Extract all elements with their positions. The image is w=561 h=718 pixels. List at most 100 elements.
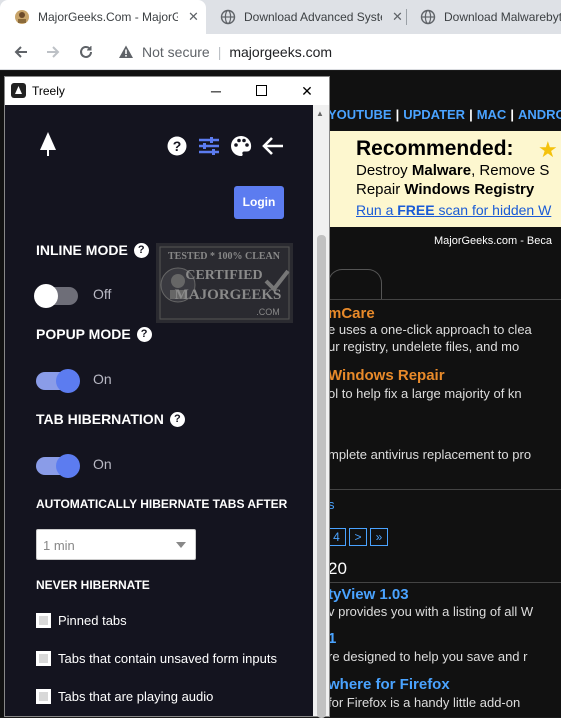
help-icon[interactable]: ? <box>166 135 188 157</box>
site-tagline: MajorGeeks.com - Beca <box>434 235 552 247</box>
tab-title: Download Malwarebytes <box>444 10 561 24</box>
help-icon[interactable]: ? <box>136 326 152 342</box>
auto-hibernate-heading: AUTOMATICALLY HIBERNATE TABS AFTER <box>36 497 288 511</box>
item-title[interactable]: where for Firefox <box>328 676 450 693</box>
treely-settings-panel: ? Login INLINE MODE ? Off TESTED * 100% … <box>5 105 313 716</box>
close-tab-icon[interactable]: ✕ <box>392 9 403 25</box>
checkbox[interactable] <box>36 613 51 628</box>
tab-hibernation-label: TAB HIBERNATION <box>36 411 164 427</box>
tab-hibernation-heading: TAB HIBERNATION ? <box>36 411 185 427</box>
promo-line-1: Destroy Malware, Remove S <box>356 162 550 179</box>
last-page-link[interactable]: » <box>370 528 388 546</box>
globe-icon <box>420 9 436 25</box>
never-hibernate-heading: NEVER HIBERNATE <box>36 578 150 592</box>
forward-button[interactable] <box>42 41 64 63</box>
window-titlebar[interactable]: Treely ─ ✕ <box>5 77 329 105</box>
help-icon[interactable]: ? <box>169 411 185 427</box>
item-description: re designed to help you save and r <box>328 649 528 664</box>
browser-tab-majorgeeks[interactable]: MajorGeeks.Com - MajorGeeks ✕ <box>0 0 206 34</box>
checkbox[interactable] <box>36 689 51 704</box>
never-hibernate-option-form-inputs[interactable]: Tabs that contain unsaved form inputs <box>36 651 277 666</box>
tab-hibernation-state: On <box>93 456 112 472</box>
security-status[interactable]: Not secure <box>142 44 210 60</box>
reload-button[interactable] <box>75 41 97 63</box>
inline-mode-toggle[interactable] <box>34 284 78 308</box>
help-icon[interactable]: ? <box>133 242 149 258</box>
badge-line-1: TESTED * 100% CLEAN <box>168 251 281 262</box>
treely-popup-window: Treely ─ ✕ ? Login INLINE MODE ? Off TES… <box>4 76 330 718</box>
toggle-knob <box>56 454 80 478</box>
badge-line-2: CERTIFIED <box>185 268 262 283</box>
nav-link-youtube[interactable]: YOUTUBE <box>328 107 392 122</box>
checkbox-label: Pinned tabs <box>58 613 127 628</box>
close-window-button[interactable]: ✕ <box>297 81 317 101</box>
back-button[interactable] <box>10 41 32 63</box>
tab-title: Download Advanced SystemCare <box>244 10 382 24</box>
tab-title: MajorGeeks.Com - MajorGeeks <box>38 10 178 24</box>
close-tab-icon[interactable]: ✕ <box>188 9 199 25</box>
popup-mode-toggle[interactable] <box>36 369 80 393</box>
checkbox-label: Tabs that contain unsaved form inputs <box>58 651 277 666</box>
item-title[interactable]: tyView 1.03 <box>328 586 409 603</box>
checkbox[interactable] <box>36 651 51 666</box>
scroll-up-arrow-icon[interactable]: ▲ <box>316 109 324 118</box>
browser-tab-malwarebytes[interactable]: Download Malwarebytes <box>406 0 561 34</box>
browser-tabbar: MajorGeeks.Com - MajorGeeks ✕ Download A… <box>0 0 561 34</box>
maximize-button[interactable] <box>251 81 271 101</box>
nav-separator: | <box>510 107 514 122</box>
nav-link-android[interactable]: ANDROID <box>518 107 561 122</box>
tab-hibernation-toggle[interactable] <box>36 454 80 478</box>
auto-hibernate-select[interactable]: 1 min <box>36 529 196 560</box>
nav-link-mac[interactable]: MAC <box>477 107 507 122</box>
warning-icon <box>119 45 133 58</box>
pagination: 4 > » <box>328 528 388 546</box>
toggle-knob <box>34 284 58 308</box>
minimize-button[interactable]: ─ <box>206 81 226 101</box>
nav-separator: | <box>395 107 400 122</box>
scrollbar-thumb[interactable] <box>317 235 326 718</box>
majorgeeks-favicon-icon <box>15 10 29 24</box>
content-tab[interactable] <box>328 269 382 299</box>
item-title[interactable]: mCare <box>328 305 375 322</box>
auto-hibernate-value: 1 min <box>43 538 75 553</box>
next-page-link[interactable]: > <box>349 528 367 546</box>
omnibox[interactable]: Not secure | majorgeeks.com <box>108 37 561 67</box>
nav-separator: | <box>469 107 473 122</box>
omnibox-divider: | <box>217 44 222 60</box>
badge-line-4: .COM <box>256 307 280 317</box>
items-count: 20 <box>328 559 347 578</box>
never-hibernate-option-audio[interactable]: Tabs that are playing audio <box>36 689 213 704</box>
maximize-icon <box>255 85 267 96</box>
majorgeeks-certified-badge: TESTED * 100% CLEAN CERTIFIED MAJORGEEKS… <box>156 243 293 323</box>
free-scan-link[interactable]: Run a FREE scan for hidden W <box>356 202 551 218</box>
item-description: ur registry, undelete files, and mo <box>328 339 520 354</box>
tree-logo-icon <box>37 132 59 156</box>
inline-mode-state: Off <box>93 286 112 302</box>
item-description: e uses a one-click approach to clea <box>328 322 532 337</box>
checkbox-label: Tabs that are playing audio <box>58 689 214 704</box>
item-description: for Firefox is a handy little add-on <box>328 695 521 710</box>
login-button[interactable]: Login <box>234 186 284 219</box>
popup-mode-state: On <box>93 371 112 387</box>
divider <box>328 299 561 300</box>
url-text[interactable]: majorgeeks.com <box>229 44 332 60</box>
nav-link-updater[interactable]: UPDATER <box>403 107 465 122</box>
browser-tab-advanced-systemcare[interactable]: Download Advanced SystemCare ✕ <box>206 0 406 34</box>
recommended-banner[interactable]: Recommended: ★ Destroy Malware, Remove S… <box>328 131 561 227</box>
badge-line-3: MAJORGEEKS <box>175 287 282 303</box>
back-arrow-icon[interactable] <box>262 135 284 157</box>
inline-mode-label: INLINE MODE <box>36 242 128 258</box>
promo-line-2: Repair Windows Registry <box>356 181 535 198</box>
globe-icon <box>220 9 236 25</box>
page-link[interactable]: 4 <box>328 528 346 546</box>
item-description: mplete antivirus replacement to pro <box>328 447 532 462</box>
item-title[interactable]: Windows Repair <box>328 367 445 384</box>
never-hibernate-option-pinned[interactable]: Pinned tabs <box>36 613 127 628</box>
palette-icon[interactable] <box>230 135 252 157</box>
arrow-right-icon <box>47 46 60 58</box>
chevron-down-icon <box>176 542 186 548</box>
arrow-left-icon <box>14 46 27 58</box>
window-title: Treely <box>32 84 65 98</box>
popup-mode-label: POPUP MODE <box>36 326 131 342</box>
settings-sliders-icon[interactable] <box>198 135 220 157</box>
